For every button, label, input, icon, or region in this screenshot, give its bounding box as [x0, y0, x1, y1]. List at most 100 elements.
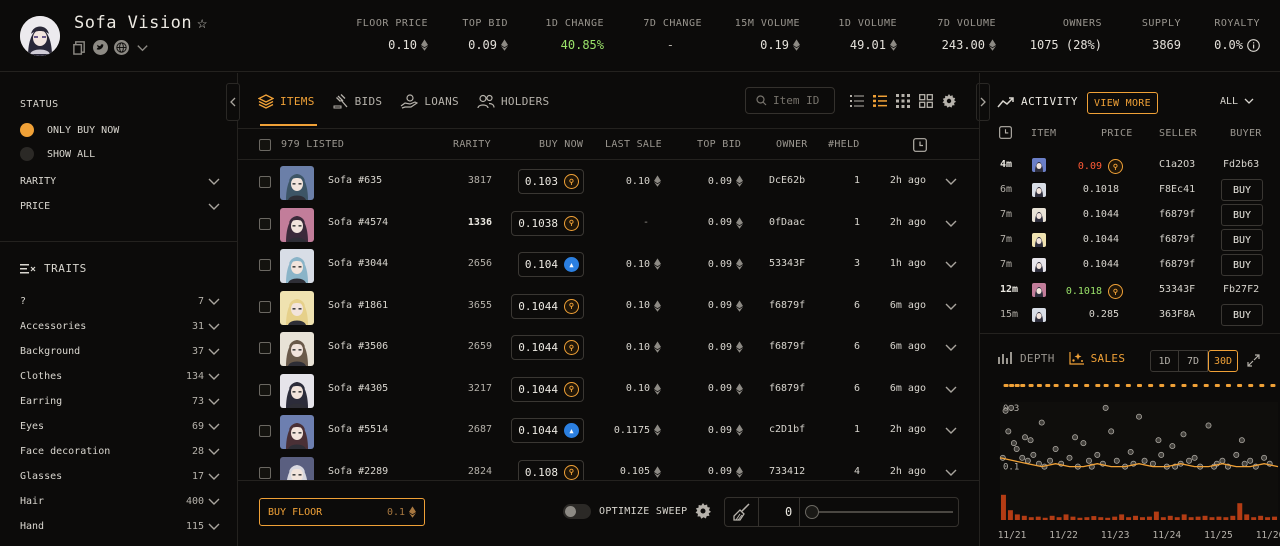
expand-row-button[interactable] — [945, 344, 957, 352]
row-checkbox[interactable] — [259, 425, 271, 437]
activity-seller[interactable]: C1a2O3 — [1159, 159, 1195, 170]
activity-row[interactable]: 7m 0.1044 f6879f BUY — [980, 253, 1280, 278]
buy-now-button[interactable]: 0.103 ⚲ — [517, 169, 584, 194]
sale-point[interactable] — [1038, 419, 1045, 426]
sale-point[interactable] — [1022, 434, 1028, 441]
col-buy-now[interactable]: BUY NOW — [539, 139, 583, 150]
activity-filter-select[interactable]: ALL — [1220, 96, 1254, 107]
activity-row[interactable]: 7m 0.1044 f6879f BUY — [980, 228, 1280, 253]
item-name[interactable]: Sofa #2289 — [328, 466, 388, 477]
expand-icon[interactable] — [1247, 354, 1260, 367]
activity-row[interactable]: 12m 0.1018 ⚲ 53343F Fb27F2 — [980, 278, 1280, 303]
dense-grid-icon[interactable] — [896, 94, 910, 108]
item-row[interactable]: Sofa #4574 1336 0.1038 ⚲ - 0.09 0fDaac 1 2h ago — [238, 203, 979, 244]
tab-items[interactable]: ITEMS — [258, 91, 315, 111]
broom-icon[interactable] — [725, 498, 759, 526]
item-name[interactable]: Sofa #4305 — [328, 383, 388, 394]
sale-point[interactable] — [1094, 451, 1101, 458]
item-row[interactable]: Sofa #5514 2687 0.1044 ▲ 0.1175 0.09 c2D1bf 1 2h… — [238, 410, 979, 451]
expand-row-button[interactable] — [945, 427, 957, 435]
activity-seller[interactable]: F8Ec41 — [1159, 184, 1195, 195]
activity-buy-button[interactable]: BUY — [1221, 204, 1263, 226]
sale-point[interactable] — [1205, 422, 1212, 429]
select-all-checkbox[interactable] — [259, 139, 271, 151]
buy-now-button[interactable]: 0.1044 ⚲ — [511, 293, 584, 319]
buy-now-button[interactable]: 0.1044 ⚲ — [511, 376, 584, 402]
item-id-search[interactable]: Item ID — [745, 87, 835, 114]
sale-point[interactable] — [1247, 457, 1254, 464]
owner-address[interactable]: f6879f — [769, 341, 805, 352]
expand-row-button[interactable] — [945, 261, 957, 269]
sale-point[interactable] — [1155, 437, 1162, 444]
trait-filter[interactable]: Face decoration 28 — [20, 446, 220, 457]
trait-filter[interactable]: ? 7 — [20, 296, 220, 307]
collapse-left-button[interactable] — [226, 83, 240, 121]
item-row[interactable]: Sofa #3044 2656 0.104 ▲ 0.10 0.09 53343F 3 1h ag… — [238, 244, 979, 285]
activity-row[interactable]: 15m 0.285 363F8A BUY — [980, 303, 1280, 328]
tab-holders[interactable]: HOLDERS — [477, 91, 549, 111]
sale-point[interactable] — [1008, 404, 1015, 411]
sale-point[interactable] — [1113, 457, 1120, 464]
item-row[interactable]: Sofa #1861 3655 0.1044 ⚲ 0.10 0.09 f6879f 6 6m a… — [238, 286, 979, 327]
sale-point[interactable] — [1186, 457, 1192, 464]
trait-filter[interactable]: Earring 73 — [20, 396, 220, 407]
tab-depth[interactable]: DEPTH — [998, 352, 1055, 365]
activity-seller[interactable]: f6879f — [1159, 259, 1195, 270]
sale-point[interactable] — [1108, 428, 1115, 435]
item-name[interactable]: Sofa #3044 — [328, 258, 388, 269]
trait-filter[interactable]: Clothes 134 — [20, 371, 220, 382]
col-rarity[interactable]: RARITY — [453, 139, 491, 150]
buy-now-button[interactable]: 0.108 ⚲ — [517, 459, 584, 480]
range-7d-button[interactable]: 7D — [1179, 350, 1208, 372]
activity-buy-button[interactable]: BUY — [1221, 179, 1263, 201]
row-checkbox[interactable] — [259, 176, 271, 188]
activity-seller[interactable]: f6879f — [1159, 234, 1195, 245]
tab-bids[interactable]: BIDS — [333, 91, 383, 111]
trait-filter[interactable]: Glasses 17 — [20, 471, 220, 482]
owner-address[interactable]: DcE62b — [769, 175, 805, 186]
item-row[interactable]: Sofa #4305 3217 0.1044 ⚲ 0.10 0.09 f6879f 6 6m a… — [238, 369, 979, 410]
sweep-count[interactable]: 0 — [785, 505, 792, 519]
buy-floor-button[interactable]: BUY FLOOR 0.1 — [259, 498, 425, 526]
buy-now-button[interactable]: 0.104 ▲ — [517, 252, 584, 277]
favorite-star-icon[interactable]: ☆ — [197, 13, 207, 33]
list-view-icon[interactable] — [850, 94, 864, 108]
sale-point[interactable] — [1002, 407, 1009, 414]
sale-point[interactable] — [1072, 434, 1079, 441]
sale-point[interactable] — [1241, 460, 1248, 467]
twitter-icon[interactable] — [93, 40, 108, 55]
sale-point[interactable] — [1005, 428, 1012, 435]
item-name[interactable]: Sofa #3506 — [328, 341, 388, 352]
activity-buyer[interactable]: Fd2b63 — [1223, 159, 1259, 170]
show-all-radio[interactable]: SHOW ALL — [20, 147, 95, 161]
item-row[interactable]: Sofa #635 3817 0.103 ⚲ 0.10 0.09 DcE62b 1 2h ago — [238, 161, 979, 202]
activity-buy-button[interactable]: BUY — [1221, 304, 1263, 326]
sale-point[interactable] — [1127, 448, 1134, 455]
sale-point[interactable] — [1191, 454, 1198, 461]
col-top-bid[interactable]: TOP BID — [697, 139, 741, 150]
sale-point[interactable] — [1149, 460, 1156, 467]
activity-item-thumbnail[interactable] — [1032, 183, 1046, 197]
activity-buyer[interactable]: Fb27F2 — [1223, 284, 1259, 295]
activity-item-thumbnail[interactable] — [1032, 308, 1046, 322]
sweep-slider-track[interactable] — [807, 511, 953, 513]
sale-point[interactable] — [1080, 440, 1087, 447]
row-checkbox[interactable] — [259, 259, 271, 271]
sale-point[interactable] — [1261, 454, 1268, 461]
activity-row[interactable]: 4m 0.09 ⚲ C1a2O3 Fd2b63 — [980, 153, 1280, 178]
sale-point[interactable] — [1019, 454, 1026, 461]
owner-address[interactable]: 733412 — [769, 466, 805, 477]
sale-point[interactable] — [1013, 446, 1020, 452]
activity-item-thumbnail[interactable] — [1032, 258, 1046, 272]
trait-filter[interactable]: Hand 115 — [20, 521, 220, 532]
price-filter[interactable]: PRICE — [20, 201, 220, 212]
item-row[interactable]: Sofa #3506 2659 0.1044 ⚲ 0.10 0.09 f6879f 6 6m a… — [238, 327, 979, 368]
sales-chart[interactable]: 0.30.111/2111/2211/2311/2411/2511/26 — [998, 378, 1280, 546]
range-1d-button[interactable]: 1D — [1150, 350, 1179, 372]
activity-seller[interactable]: 53343F — [1159, 284, 1195, 295]
item-name[interactable]: Sofa #1861 — [328, 300, 388, 311]
sale-point[interactable] — [1158, 451, 1165, 458]
item-name[interactable]: Sofa #5514 — [328, 424, 388, 435]
rarity-filter[interactable]: RARITY — [20, 176, 220, 187]
sale-point[interactable] — [1086, 457, 1092, 464]
